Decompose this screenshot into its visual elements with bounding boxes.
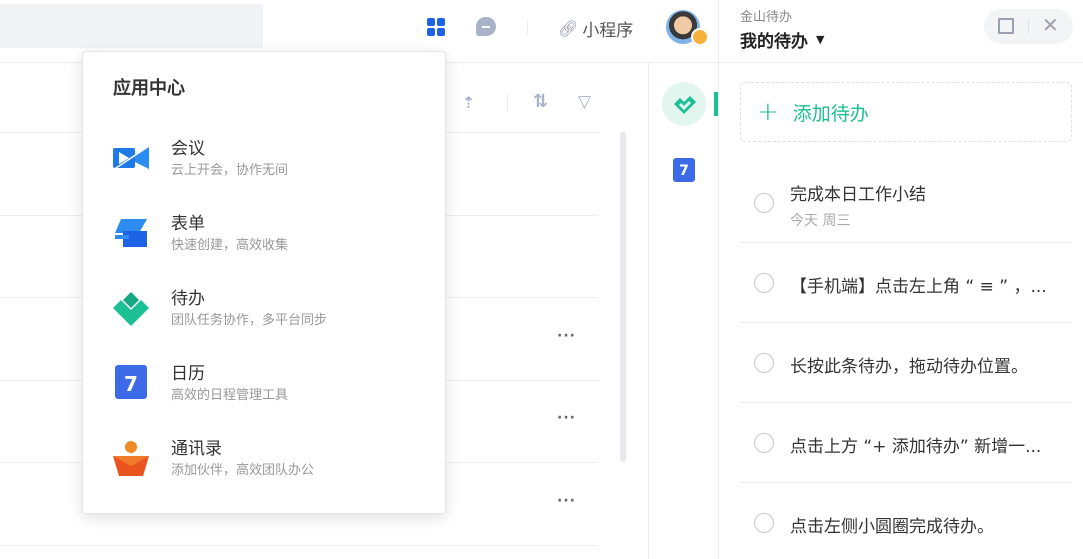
todo-app-tab[interactable] bbox=[662, 82, 706, 126]
popup-title: 应用中心 bbox=[113, 78, 185, 99]
popout-icon[interactable] bbox=[998, 18, 1014, 34]
upload-icon[interactable]: ⇡ bbox=[462, 93, 478, 112]
app-item-todo[interactable]: 待办 团队任务协作，多平台同步 bbox=[113, 284, 433, 334]
scrollbar[interactable] bbox=[620, 132, 626, 462]
more-options-icon[interactable]: ··· bbox=[557, 493, 576, 509]
divider bbox=[1028, 19, 1029, 34]
complete-checkbox[interactable] bbox=[754, 513, 774, 533]
todo-item[interactable]: 长按此条待办，拖动待办位置。 bbox=[740, 323, 1072, 403]
contacts-icon bbox=[113, 441, 149, 476]
plus-icon: + bbox=[757, 97, 779, 127]
complete-checkbox[interactable] bbox=[754, 273, 774, 293]
more-options-icon[interactable]: ··· bbox=[557, 410, 576, 426]
more-options-icon[interactable]: ··· bbox=[557, 328, 576, 344]
close-icon[interactable]: ✕ bbox=[1042, 13, 1059, 37]
apps-grid-icon[interactable] bbox=[427, 18, 445, 36]
chat-icon[interactable] bbox=[476, 17, 496, 36]
link-icon: 🔗︎ bbox=[558, 19, 579, 38]
add-todo-button[interactable]: + 添加待办 bbox=[740, 82, 1072, 142]
app-item-form[interactable]: 表单 快速创建，高效收集 bbox=[113, 209, 433, 259]
complete-checkbox[interactable] bbox=[754, 193, 774, 213]
app-name: 金山待办 bbox=[740, 10, 793, 25]
todo-item[interactable]: 【手机端】点击左上角 “ ≡ ” ，... bbox=[740, 243, 1072, 323]
search-bar[interactable] bbox=[0, 4, 263, 48]
complete-checkbox[interactable] bbox=[754, 433, 774, 453]
mini-program-button[interactable]: 🔗︎ 小程序 bbox=[558, 16, 633, 41]
toolbar-divider bbox=[507, 94, 508, 112]
app-center-popup: 应用中心 会议 云上开会，协作无间 表单 快速创建，高效收集 待办 团队任务协作… bbox=[82, 51, 446, 514]
list-selector[interactable]: 我的待办 ▼ bbox=[740, 27, 824, 52]
complete-checkbox[interactable] bbox=[754, 353, 774, 373]
filter-icon[interactable]: ▽ bbox=[578, 92, 591, 112]
toolbar-divider bbox=[527, 20, 528, 35]
app-item-contacts[interactable]: 通讯录 添加伙伴，高效团队办公 bbox=[113, 434, 433, 484]
todo-item[interactable]: 点击上方 “+ 添加待办” 新增一... bbox=[740, 403, 1072, 483]
caret-down-icon: ▼ bbox=[816, 33, 825, 46]
vip-crown-icon bbox=[691, 28, 709, 46]
form-icon bbox=[115, 219, 147, 247]
row-divider bbox=[0, 545, 598, 546]
panel-divider bbox=[648, 62, 649, 559]
window-controls: ✕ bbox=[984, 9, 1073, 44]
app-item-meeting[interactable]: 会议 云上开会，协作无间 bbox=[113, 134, 433, 184]
todo-icon bbox=[113, 292, 149, 326]
app-item-calendar[interactable]: 7 日历 高效的日程管理工具 bbox=[113, 359, 433, 409]
todo-item[interactable]: 点击左侧小圆圈完成待办。 bbox=[740, 483, 1072, 559]
meeting-icon bbox=[113, 145, 149, 171]
todo-check-icon bbox=[674, 96, 696, 114]
panel-divider bbox=[718, 0, 719, 559]
todo-item[interactable]: 完成本日工作小结 今天 周三 bbox=[740, 165, 1072, 243]
calendar-icon: 7 bbox=[115, 365, 147, 399]
sort-icon[interactable]: ⇅ bbox=[533, 91, 548, 112]
calendar-app-tab[interactable]: 7 bbox=[673, 158, 695, 182]
